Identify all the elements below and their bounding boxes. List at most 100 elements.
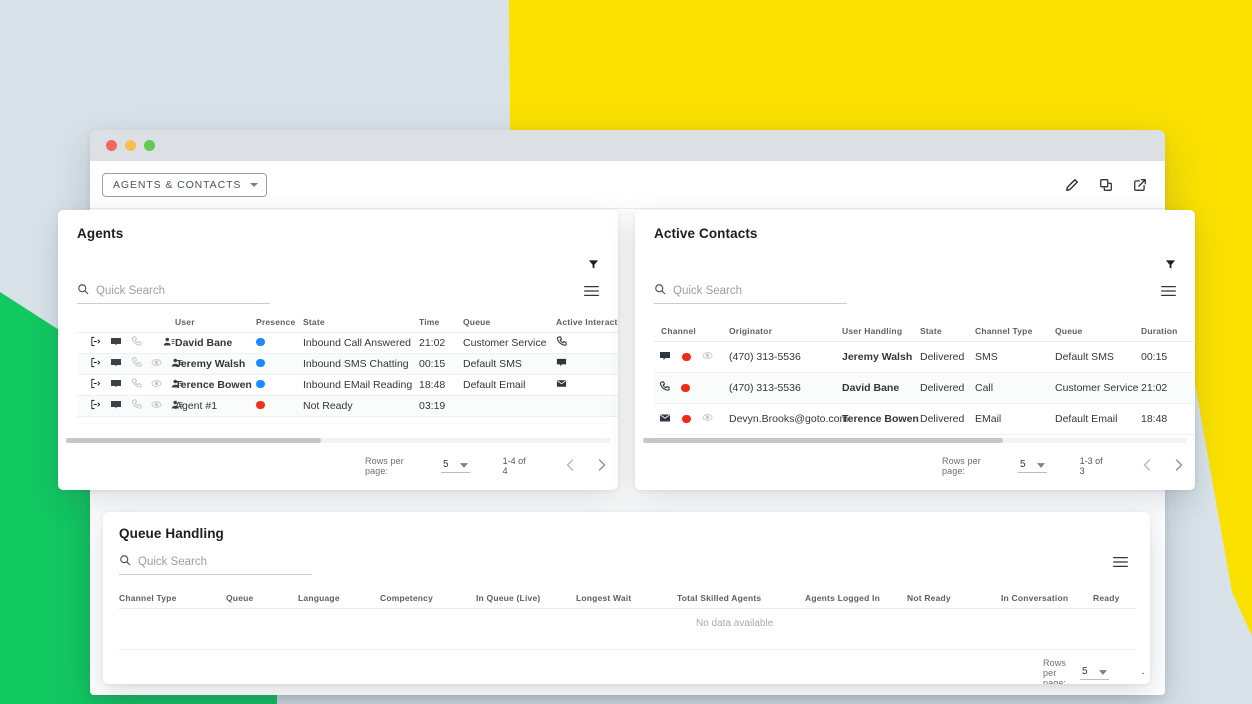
agents-cell-active-interaction — [556, 375, 618, 396]
table-row[interactable]: (470) 313-5536 Jeremy Walsh Delivered SM… — [654, 342, 1195, 373]
queue-col-longest-wait[interactable]: Longest Wait — [576, 593, 677, 609]
contacts-col-user-handling[interactable]: User Handling — [842, 326, 920, 342]
queue-col-in-queue-live[interactable]: In Queue (Live) — [476, 593, 576, 609]
logout-icon[interactable] — [90, 357, 101, 371]
view-selector[interactable]: AGENTS & CONTACTS — [102, 173, 267, 197]
agents-table-wrap: User Presence State Time Queue Active In… — [58, 317, 618, 417]
contacts-pagination: Rows per page: 5 1-3 of 3 — [942, 456, 1195, 476]
chevron-left-icon[interactable] — [1143, 459, 1151, 473]
queue-col-competency[interactable]: Competency — [380, 593, 476, 609]
agents-hscroll-thumb[interactable] — [66, 438, 321, 443]
agents-card-title: Agents — [58, 210, 618, 241]
rows-per-page-select[interactable]: 5 — [441, 459, 470, 473]
queue-col-agents-logged-in[interactable]: Agents Logged In — [805, 593, 907, 609]
contacts-col-state[interactable]: State — [920, 326, 975, 342]
search-icon — [654, 282, 666, 300]
table-row[interactable]: Jeremy Walsh Inbound SMS Chatting 00:15 … — [77, 354, 618, 375]
contacts-cell-duration: 21:02 — [1141, 373, 1195, 404]
monitor-icon[interactable] — [110, 399, 122, 414]
agents-col-presence[interactable]: Presence — [256, 317, 303, 333]
agents-col-time[interactable]: Time — [419, 317, 463, 333]
queue-col-language[interactable]: Language — [298, 593, 380, 609]
rows-per-page-select[interactable]: 5 — [1080, 666, 1109, 680]
agents-cell-active-interaction — [556, 333, 618, 354]
chevron-down-icon — [460, 460, 468, 470]
contacts-col-channel-type[interactable]: Channel Type — [975, 326, 1055, 342]
chevron-right-icon[interactable] — [1175, 459, 1183, 473]
contacts-cell-channel-type: Call — [975, 373, 1055, 404]
table-row[interactable]: Terence Bowen Inbound EMail Reading 18:4… — [77, 375, 618, 396]
agents-cell-presence — [256, 333, 303, 354]
monitor-icon[interactable] — [110, 336, 122, 351]
agents-cell-presence — [256, 396, 303, 417]
search-input[interactable]: Quick Search — [119, 553, 312, 575]
queue-col-channel-type[interactable]: Channel Type — [119, 593, 226, 609]
eye-icon[interactable] — [151, 357, 162, 371]
rows-per-page-value: 5 — [1082, 666, 1088, 677]
hamburger-menu-icon[interactable] — [584, 284, 599, 304]
agents-col-queue[interactable]: Queue — [463, 317, 556, 333]
filter-icon[interactable] — [588, 257, 599, 275]
contacts-cell-channel — [654, 373, 729, 404]
window-minimize-button[interactable] — [125, 140, 136, 151]
contacts-cell-queue: Customer Service — [1055, 373, 1141, 404]
call-icon[interactable] — [131, 357, 142, 371]
eye-icon[interactable] — [702, 412, 713, 426]
filter-icon[interactable] — [1165, 257, 1176, 275]
agents-col-user[interactable]: User — [175, 317, 256, 333]
monitor-icon[interactable] — [110, 357, 122, 372]
table-row[interactable]: David Bane Inbound Call Answered 21:02 C… — [77, 333, 618, 354]
table-row[interactable]: Agent #1 Not Ready 03:19 — [77, 396, 618, 417]
agents-col-state[interactable]: State — [303, 317, 419, 333]
call-icon[interactable] — [131, 336, 142, 350]
window-maximize-button[interactable] — [144, 140, 155, 151]
search-input[interactable]: Quick Search — [654, 282, 847, 304]
eye-icon[interactable] — [151, 399, 162, 413]
contacts-cell-queue: Default Email — [1055, 404, 1141, 435]
window-titlebar — [90, 130, 1165, 161]
contacts-col-originator[interactable]: Originator — [729, 326, 842, 342]
logout-icon[interactable] — [90, 378, 101, 392]
pencil-icon[interactable] — [1065, 178, 1079, 192]
call-icon[interactable] — [131, 399, 142, 413]
logout-icon[interactable] — [90, 399, 101, 413]
contacts-col-channel[interactable]: Channel — [654, 326, 729, 342]
chevron-down-icon — [250, 183, 258, 187]
copy-icon[interactable] — [1099, 178, 1113, 192]
person-add-icon[interactable] — [163, 336, 175, 351]
call-icon[interactable] — [131, 378, 142, 392]
queue-col-in-conversation[interactable]: In Conversation — [1001, 593, 1093, 609]
agents-row-actions — [77, 396, 175, 417]
queue-col-ready[interactable]: Ready — [1093, 593, 1135, 609]
rows-per-page-select[interactable]: 5 — [1018, 459, 1047, 473]
monitor-icon[interactable] — [110, 378, 122, 393]
queue-col-total-skilled-agents[interactable]: Total Skilled Agents — [677, 593, 805, 609]
presence-dot — [256, 338, 265, 347]
logout-icon[interactable] — [90, 336, 101, 350]
eye-icon[interactable] — [702, 350, 713, 364]
hamburger-menu-icon[interactable] — [1161, 284, 1176, 304]
hamburger-menu-icon[interactable] — [1113, 555, 1128, 575]
eye-icon[interactable] — [151, 378, 162, 392]
chevron-right-icon[interactable] — [598, 459, 606, 473]
agents-col-active-interaction[interactable]: Active Interaction — [556, 317, 618, 333]
table-row[interactable]: (470) 313-5536 David Bane Delivered Call… — [654, 373, 1195, 404]
queue-col-not-ready[interactable]: Not Ready — [907, 593, 1001, 609]
window-close-button[interactable] — [106, 140, 117, 151]
agents-col-actions[interactable] — [77, 317, 175, 333]
agents-cell-time: 21:02 — [419, 333, 463, 354]
contacts-hscroll-thumb[interactable] — [643, 438, 1003, 443]
contacts-col-queue[interactable]: Queue — [1055, 326, 1141, 342]
external-link-icon[interactable] — [1133, 178, 1147, 192]
contacts-cell-user-handling: David Bane — [842, 373, 920, 404]
chat-icon — [556, 359, 567, 371]
search-icon — [119, 553, 131, 571]
chevron-left-icon[interactable] — [566, 459, 574, 473]
agents-cell-state: Inbound Call Answered — [303, 333, 419, 354]
presence-dot — [256, 359, 265, 368]
queue-pagination: Rows per page: 5 - — [1043, 658, 1150, 684]
table-row[interactable]: Devyn.Brooks@goto.com Terence Bowen Deli… — [654, 404, 1195, 435]
search-input[interactable]: Quick Search — [77, 282, 270, 304]
contacts-col-duration[interactable]: Duration — [1141, 326, 1195, 342]
queue-col-queue[interactable]: Queue — [226, 593, 298, 609]
